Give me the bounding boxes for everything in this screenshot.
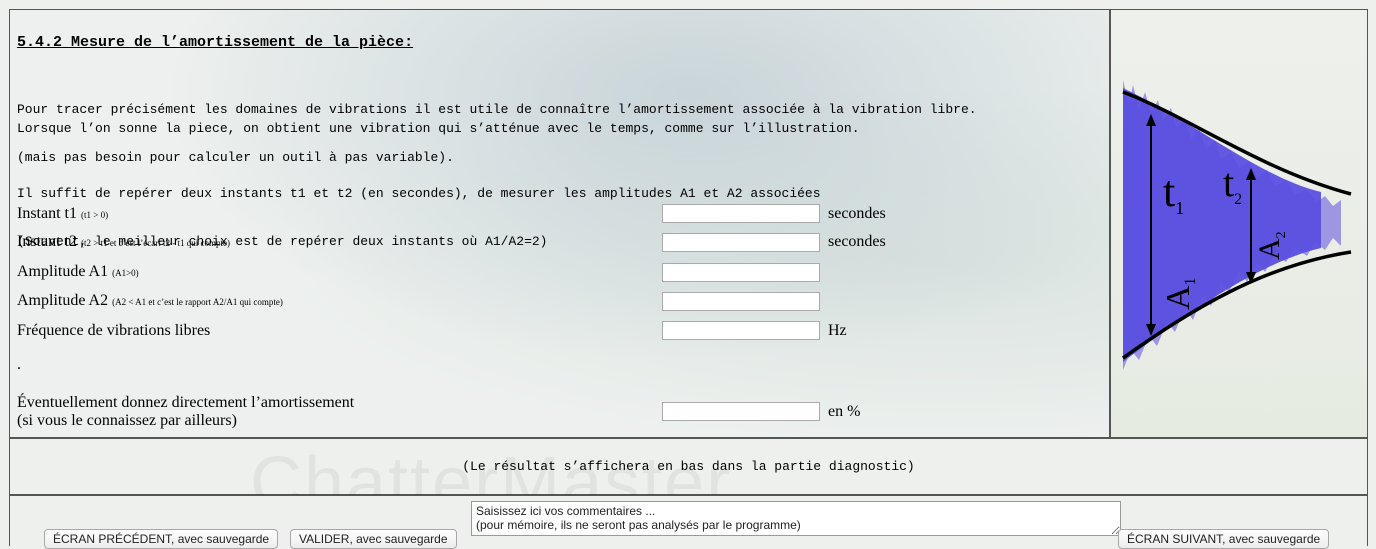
damping-label-line-2: (si vous le connaissez par ailleurs) — [17, 412, 237, 429]
separator-dot: . — [17, 356, 21, 373]
t1-hint: (t1 > 0) — [81, 210, 109, 220]
a2-label-text: Amplitude A2 — [17, 292, 109, 309]
a2-label: Amplitude A2 (A2 < A1 et c’est le rappor… — [17, 292, 283, 310]
bottom-toolbar: ÉCRAN PRÉCÉDENT, avec sauvegarde VALIDER… — [9, 495, 1368, 549]
a2-hint: (A2 < A1 et c’est le rapport A2/A1 qui c… — [112, 297, 283, 307]
intro-line-1: Pour tracer précisément les domaines de … — [17, 102, 977, 117]
next-screen-button[interactable]: ÉCRAN SUIVANT, avec sauvegarde — [1118, 529, 1330, 549]
damping-label: Éventuellement donnez directement l’amor… — [17, 394, 354, 430]
freq-unit: Hz — [828, 322, 847, 339]
damping-unit: en % — [828, 403, 861, 420]
a2-input[interactable] — [662, 292, 820, 311]
a1-label: Amplitude A1 (A1>0) — [17, 263, 139, 281]
comments-line-1: Saisissez ici vos commentaires ... — [476, 504, 656, 518]
t1-input[interactable] — [662, 204, 820, 223]
t2-hint: (t2 > t1 et c’est l’écart t2 - t1 qui co… — [81, 238, 231, 248]
a1-hint: (A1>0) — [112, 268, 139, 278]
damped-vibration-illustration: t1 t2 A1 A2 — [1121, 80, 1352, 370]
damping-input[interactable] — [662, 402, 820, 421]
previous-screen-button[interactable]: ÉCRAN PRÉCÉDENT, avec sauvegarde — [44, 529, 279, 549]
t2-input[interactable] — [662, 233, 820, 252]
a1-input[interactable] — [662, 263, 820, 282]
comments-line-2: (pour mémoire, ils ne seront pas analysé… — [476, 518, 801, 532]
t2-unit: secondes — [828, 233, 886, 250]
freq-label: Fréquence de vibrations libres — [17, 322, 211, 339]
t1-unit: secondes — [828, 205, 886, 222]
t1-label-text: Instant t1 — [17, 205, 77, 222]
freq-input[interactable] — [662, 321, 820, 340]
main-panel: 5.4.2 Mesure de l’amortissement de la pi… — [9, 9, 1110, 438]
vibration-noise — [1123, 80, 1341, 370]
ringing-paragraph: Lorsque l’on sonne la piece, on obtient … — [17, 121, 860, 136]
t1-label: Instant t1 (t1 > 0) — [17, 205, 108, 223]
method-line-1: Il suffit de repérer deux instants t1 et… — [17, 186, 821, 201]
damping-label-line-1: Éventuellement donnez directement l’amor… — [17, 394, 355, 411]
section-title: 5.4.2 Mesure de l’amortissement de la pi… — [17, 34, 414, 51]
a1-label-text: Amplitude A1 — [17, 263, 109, 280]
validate-button[interactable]: VALIDER, avec sauvegarde — [290, 529, 457, 549]
comments-textarea[interactable]: Saisissez ici vos commentaires ... (pour… — [471, 501, 1121, 536]
illustration-panel: t1 t2 A1 A2 — [1110, 9, 1368, 438]
t2-label: Instant t2 (t2 > t1 et c’est l’écart t2 … — [17, 233, 230, 251]
t2-label-text: Instant t2 — [17, 233, 77, 250]
